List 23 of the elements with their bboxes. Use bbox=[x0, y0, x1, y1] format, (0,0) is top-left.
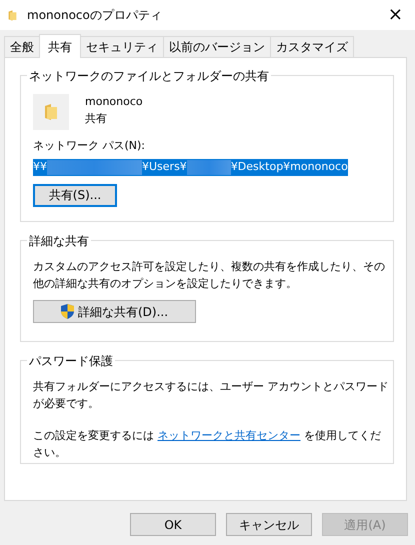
folder-name: mononoco bbox=[85, 94, 143, 110]
folder-icon bbox=[33, 94, 69, 130]
window-title: mononocoのプロパティ bbox=[27, 7, 162, 24]
path-label: ネットワーク パス(N): bbox=[33, 138, 146, 154]
dialog-button[interactable]: OK bbox=[130, 513, 216, 536]
tab[interactable]: 全般 bbox=[4, 36, 40, 57]
shield-icon bbox=[60, 304, 74, 319]
close-button[interactable]: × bbox=[384, 6, 407, 24]
network-path[interactable]: ¥¥ ¥Users¥ ¥Desktop¥mononoco bbox=[33, 158, 348, 176]
tab[interactable]: カスタマイズ bbox=[270, 36, 354, 57]
folder-icon bbox=[8, 8, 17, 22]
advanced-sharing-button[interactable]: 詳細な共有(D)... bbox=[33, 300, 196, 323]
group-title: ネットワークのファイルとフォルダーの共有 bbox=[27, 67, 271, 85]
group-title: 詳細な共有 bbox=[27, 232, 91, 250]
description-text: カスタムのアクセス許可を設定したり、複数の共有を作成したり、その他の詳細な共有のオプションを設定したりできます。 bbox=[33, 259, 386, 292]
dialog-button[interactable]: キャンセル bbox=[226, 513, 312, 536]
tab[interactable]: 共有 bbox=[39, 34, 81, 58]
description-text: 共有フォルダーにアクセスするには、ユーザー アカウントとパスワードが必要です。 bbox=[33, 379, 389, 412]
share-status: 共有 bbox=[85, 110, 108, 126]
network-center-link[interactable]: ネットワークと共有センター bbox=[158, 429, 300, 442]
instruction-text: この設定を変更するには ネットワークと共有センター を使用してください。 bbox=[33, 428, 382, 460]
group-title: パスワード保護 bbox=[27, 352, 115, 370]
share-button[interactable]: 共有(S)... bbox=[33, 184, 117, 206]
